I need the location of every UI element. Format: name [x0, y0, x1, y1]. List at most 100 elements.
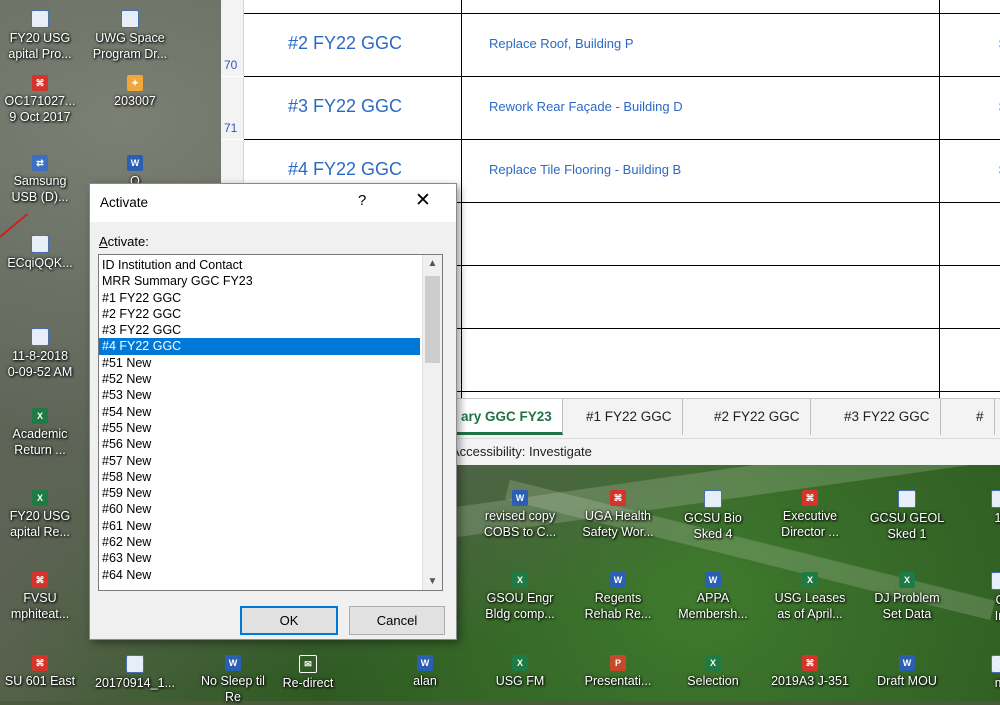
list-item[interactable]: #59 New — [99, 485, 420, 501]
sheet-listbox[interactable]: ID Institution and Contact MRR Summary GG… — [98, 254, 443, 591]
word-file-icon: W — [417, 655, 433, 671]
file-file-icon — [31, 10, 49, 28]
list-item[interactable]: #55 New — [99, 420, 420, 436]
project-description: Replace Roof, Building P — [489, 36, 634, 51]
sheet-tabs: ary GGC FY23 #1 FY22 GGC #2 FY22 GGC #3 … — [451, 398, 1000, 439]
desktop-icon-label: DJ Problem Set Data — [874, 591, 940, 621]
tab-1-fy22[interactable]: #1 FY22 GGC — [576, 399, 683, 435]
word-file-icon: W — [127, 155, 143, 171]
desktop-icon[interactable]: UWG Space Program Dr... — [80, 10, 180, 62]
help-button[interactable]: ? — [358, 192, 366, 209]
tab-more[interactable]: # — [966, 399, 995, 435]
desktop-icon[interactable]: GCSU Bio Sked 4 — [663, 490, 763, 542]
desktop-icon-label: OC171027... 9 Oct 2017 — [4, 94, 76, 124]
desktop-icon[interactable]: 1( — [950, 490, 1000, 526]
desktop-icon[interactable]: ⌘ Executive Director ... — [760, 490, 860, 540]
list-item[interactable]: #62 New — [99, 534, 420, 550]
file-file-icon — [991, 655, 1000, 673]
list-item[interactable]: #2 FY22 GGC — [99, 306, 420, 322]
desktop-icon[interactable]: ⇄ Samsung USB (D)... — [0, 155, 90, 205]
desktop-icon[interactable]: ECqiQQK... — [0, 235, 90, 271]
scroll-thumb[interactable] — [425, 276, 440, 363]
desktop-icon[interactable]: ⌘ 2019A3 J-351 — [760, 655, 860, 689]
word-file-icon: W — [610, 572, 626, 588]
ppt-file-icon: P — [610, 655, 626, 671]
file-file-icon — [121, 10, 139, 28]
close-icon[interactable]: ✕ — [415, 189, 431, 212]
desktop-icon-label: Samsung USB (D)... — [11, 174, 69, 204]
desktop-icon-label: SU 601 East — [4, 674, 76, 688]
list-item[interactable]: #52 New — [99, 371, 420, 387]
list-item[interactable]: #3 FY22 GGC — [99, 322, 420, 338]
cancel-button[interactable]: Cancel — [349, 606, 445, 635]
desktop-icon[interactable]: X USG FM — [470, 655, 570, 689]
dialog-titlebar[interactable]: Activate ? ✕ — [90, 184, 456, 222]
desktop-icon[interactable]: 20170914_1... — [85, 655, 185, 691]
desktop-icon[interactable]: W Draft MOU — [857, 655, 957, 689]
desktop-icon[interactable]: X GSOU Engr Bldg comp... — [470, 572, 570, 622]
list-item[interactable]: #53 New — [99, 387, 420, 403]
desktop-icon[interactable]: ⌘ FVSU mphiteat... — [0, 572, 90, 622]
desktop-icon[interactable]: ⌘ SU 601 East — [0, 655, 90, 689]
desktop-icon[interactable]: ⌘ UGA Health Safety Wor... — [568, 490, 668, 540]
list-item[interactable]: #64 New — [99, 567, 420, 583]
desktop-icon-label: GCSU GEOL Sked 1 — [869, 511, 945, 541]
list-item[interactable]: #57 New — [99, 453, 420, 469]
desktop-icon[interactable]: X Selection — [663, 655, 763, 689]
table-row[interactable]: #3 FY22 GGC Rework Rear Façade - Buildin… — [244, 77, 1000, 140]
file-file-icon — [704, 490, 722, 508]
desktop-icon[interactable]: GCSU GEOL Sked 1 — [857, 490, 957, 542]
desktop-icon[interactable]: X DJ Problem Set Data — [857, 572, 957, 622]
list-item[interactable]: #58 New — [99, 469, 420, 485]
word-file-icon: W — [512, 490, 528, 506]
desktop-icon[interactable]: X USG Leases as of April... — [760, 572, 860, 622]
list-item[interactable]: #51 New — [99, 355, 420, 371]
pdf-file-icon: ⌘ — [32, 572, 48, 588]
project-code: #2 FY22 GGC — [288, 33, 403, 53]
activate-dialog: Activate ? ✕ Activate: ID Institution an… — [89, 183, 457, 640]
desktop-icon[interactable]: ✦ 203007 — [85, 75, 185, 109]
file-file-icon — [31, 235, 49, 253]
project-code: #3 FY22 GGC — [288, 96, 403, 116]
list-item[interactable]: MRR Summary GGC FY23 — [99, 273, 420, 289]
desktop-icon[interactable]: 11-8-2018 0-09-52 AM — [0, 328, 90, 380]
listbox-scrollbar[interactable]: ▲ ▼ — [422, 255, 442, 590]
scroll-down-icon[interactable]: ▼ — [423, 573, 442, 590]
desktop-icon[interactable]: X FY20 USG apital Re... — [0, 490, 90, 540]
list-item[interactable]: #54 New — [99, 404, 420, 420]
desktop-icon[interactable]: W Regents Rehab Re... — [568, 572, 668, 622]
list-item[interactable]: #63 New — [99, 550, 420, 566]
row-number[interactable]: 70 — [221, 14, 244, 76]
accessibility-status[interactable]: Accessibility: Investigate — [451, 444, 592, 459]
list-item[interactable]: #56 New — [99, 436, 420, 452]
desktop-icon[interactable]: ⌘ OC171027... 9 Oct 2017 — [0, 75, 90, 125]
list-item[interactable]: #60 New — [99, 501, 420, 517]
desktop-icon[interactable]: P Presentati... — [568, 655, 668, 689]
table-row[interactable]: #2 FY22 GGC Replace Roof, Building P $ — [244, 14, 1000, 77]
tab-3-fy22[interactable]: #3 FY22 GGC — [834, 399, 941, 435]
desktop-icon[interactable]: C In — [950, 572, 1000, 624]
tab-2-fy22[interactable]: #2 FY22 GGC — [704, 399, 811, 435]
status-bar: Accessibility: Investigate — [451, 438, 1000, 465]
desktop-icon[interactable]: X Academic Return ... — [0, 408, 90, 458]
file-file-icon — [126, 655, 144, 673]
desktop-icon[interactable]: m — [950, 655, 1000, 691]
desktop-icon-label: revised copy COBS to C... — [483, 509, 557, 539]
desktop-icon[interactable]: W APPA Membersh... — [663, 572, 763, 622]
desktop-icon-label: Presentati... — [584, 674, 652, 688]
desktop-icon[interactable]: ✉ Re-direct — [258, 655, 358, 691]
project-code: #4 FY22 GGC — [288, 159, 403, 179]
tab-summary[interactable]: ary GGC FY23 — [451, 399, 563, 435]
list-item[interactable]: #1 FY22 GGC — [99, 290, 420, 306]
list-item[interactable]: #61 New — [99, 518, 420, 534]
pdf-file-icon: ⌘ — [610, 490, 626, 506]
excel-file-icon: X — [512, 655, 528, 671]
row-number[interactable]: 71 — [221, 77, 244, 139]
desktop-icon[interactable]: FY20 USG apital Pro... — [0, 10, 90, 62]
desktop-icon[interactable]: Wrevised copy COBS to C... — [470, 490, 570, 540]
scroll-up-icon[interactable]: ▲ — [423, 255, 442, 272]
list-item[interactable]: #4 FY22 GGC — [99, 338, 420, 355]
ok-button[interactable]: OK — [240, 606, 338, 635]
desktop-icon[interactable]: Walan — [375, 655, 475, 689]
list-item[interactable]: ID Institution and Contact — [99, 257, 420, 273]
